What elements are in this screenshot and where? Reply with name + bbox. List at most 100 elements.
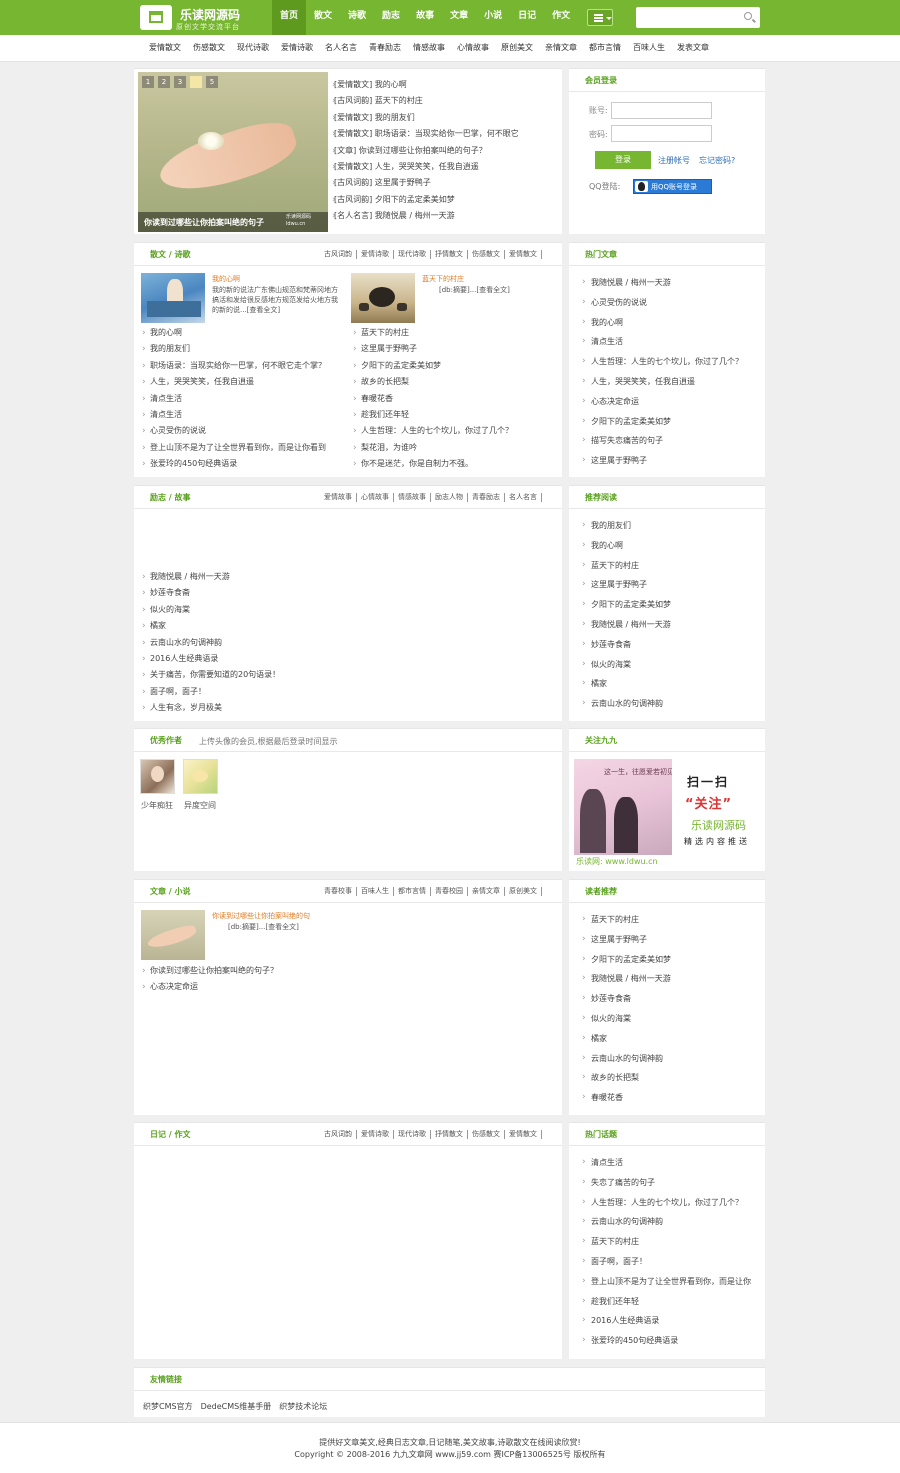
list-item[interactable]: 人生哲理：人生的七个坎儿，你过了几个？ [351, 423, 556, 439]
qq-login-button[interactable]: 用QQ账号登录 [633, 179, 712, 194]
list-item[interactable]: 蓝天下的村庄 [581, 556, 767, 576]
list-item[interactable]: 这里属于野鸭子 [351, 341, 556, 357]
nav-item-diary[interactable]: 日记 [510, 0, 544, 35]
list-item[interactable]: 人生，哭哭笑笑，任我自逍遥 [581, 372, 767, 392]
section-link[interactable]: 爱情故事 [324, 493, 357, 502]
section-link[interactable]: 名人名言 [509, 493, 542, 502]
section-link[interactable]: 亲情文章 [472, 887, 505, 896]
section-link[interactable]: 爱情散文 [509, 1130, 542, 1139]
search-input[interactable] [640, 10, 740, 25]
novel-section-title[interactable]: 文章 / 小说 [150, 886, 191, 897]
nav-item-novel[interactable]: 小说 [476, 0, 510, 35]
section-link[interactable]: 爱情诗歌 [361, 250, 394, 259]
list-item[interactable]: 春暖花香 [351, 391, 556, 407]
subnav-item[interactable]: 伤感散文 [187, 35, 231, 62]
section-link[interactable]: 爱情诗歌 [361, 1130, 394, 1139]
feature-title-left[interactable]: 我的心啊 [212, 274, 240, 284]
list-item[interactable]: 趁我们还年轻 [351, 407, 556, 423]
list-item[interactable]: 夕阳下的孟定柔美如梦 [351, 358, 556, 374]
list-item[interactable]: 清点生活 [140, 391, 344, 407]
nav-item-inspiration[interactable]: 励志 [374, 0, 408, 35]
list-item[interactable]: 你读到过哪些让你拍案叫绝的句子？ [140, 963, 440, 979]
subnav-item[interactable]: 现代诗歌 [231, 35, 275, 62]
list-item[interactable]: 蓝天下的村庄 [581, 1232, 767, 1252]
list-item[interactable]: 这里属于野鸭子 [581, 451, 767, 471]
list-item[interactable]: 蓝天下的村庄 [351, 325, 556, 341]
feature-title[interactable]: 你读到过哪些让你拍案叫绝的句 [212, 911, 310, 921]
headline-item[interactable]: [文章] 你读到过哪些让你拍案叫绝的句子？ [330, 143, 560, 159]
list-item[interactable]: 故乡的长把梨 [581, 1068, 767, 1088]
section-link[interactable]: 情感故事 [398, 493, 431, 502]
list-item[interactable]: 蓝天下的村庄 [581, 910, 767, 930]
author-name[interactable]: 异度空间 [184, 800, 216, 811]
list-item[interactable]: 云南山水的句调神韵 [581, 694, 767, 714]
list-item[interactable]: 我随悦晨 / 梅州一天游 [581, 969, 767, 989]
list-item[interactable]: 似火的海棠 [581, 1009, 767, 1029]
story-section-title[interactable]: 励志 / 故事 [150, 492, 191, 503]
register-link[interactable]: 注册帐号 [658, 155, 690, 166]
headline-item[interactable]: [古风词韵] 夕阳下的孟定柔美如梦 [330, 192, 560, 208]
headline-item[interactable]: [爱情散文] 职场语录：当现实给你一巴掌，何不眼它 [330, 126, 560, 142]
list-item[interactable]: 人生哲理：人生的七个坎儿，你过了几个？ [581, 1193, 767, 1213]
list-item[interactable]: 这里属于野鸭子 [581, 575, 767, 595]
section-link[interactable]: 爱情散文 [509, 250, 542, 259]
subnav-item[interactable]: 名人名言 [319, 35, 363, 62]
list-item[interactable]: 心灵受伤的说说 [140, 423, 344, 439]
list-item[interactable]: 夕阳下的孟定柔美如梦 [581, 950, 767, 970]
list-item[interactable]: 我随悦晨 / 梅州一天游 [140, 569, 440, 585]
slider-caption[interactable]: 你读到过哪些让你拍案叫绝的句子 [144, 217, 264, 228]
section-link[interactable]: 古风词韵 [324, 250, 357, 259]
subnav-item[interactable]: 都市言情 [583, 35, 627, 62]
section-link[interactable]: 都市言情 [398, 887, 431, 896]
section-link[interactable]: 励志人物 [435, 493, 468, 502]
prose-section-title[interactable]: 散文 / 诗歌 [150, 249, 191, 260]
subnav-item[interactable]: 爱情散文 [143, 35, 187, 62]
headline-item[interactable]: [古风词韵] 这里属于野鸭子 [330, 175, 560, 191]
list-item[interactable]: 妙莲寺食斋 [581, 635, 767, 655]
slider-page-1[interactable]: 1 [142, 76, 154, 88]
section-link[interactable]: 伤感散文 [472, 250, 505, 259]
login-button[interactable]: 登录 [595, 151, 651, 169]
list-item[interactable]: 似火的海棠 [581, 655, 767, 675]
subnav-item[interactable]: 心情故事 [451, 35, 495, 62]
author-name[interactable]: 少年痴狂 [141, 800, 173, 811]
list-item[interactable]: 人生哲理：人生的七个坎儿，你过了几个？ [581, 352, 767, 372]
slider-page-3[interactable]: 3 [174, 76, 186, 88]
list-item[interactable]: 我的朋友们 [140, 341, 344, 357]
friend-link[interactable]: 织梦CMS官方 [143, 1401, 193, 1412]
list-item[interactable]: 橘家 [581, 674, 767, 694]
nav-item-essay[interactable]: 作文 [544, 0, 578, 35]
nav-item-poetry[interactable]: 诗歌 [340, 0, 374, 35]
slider-page-2[interactable]: 2 [158, 76, 170, 88]
subnav-item[interactable]: 原创美文 [495, 35, 539, 62]
section-link[interactable]: 现代诗歌 [398, 1130, 431, 1139]
site-logo[interactable]: 乐读网源码 原创文学交流平台 [140, 4, 258, 32]
list-item[interactable]: 我的朋友们 [581, 516, 767, 536]
list-item[interactable]: 故乡的长把梨 [351, 374, 556, 390]
subnav-item[interactable]: 发表文章 [671, 35, 715, 62]
list-item[interactable]: 我的心啊 [581, 536, 767, 556]
list-item[interactable]: 云南山水的句调神韵 [581, 1212, 767, 1232]
forgot-password-link[interactable]: 忘记密码? [699, 155, 735, 166]
headline-item[interactable]: [爱情散文] 人生，哭哭笑笑，任我自逍遥 [330, 159, 560, 175]
list-item[interactable]: 关于痛苦，你需要知道的20句语录！ [140, 667, 440, 683]
list-item[interactable]: 妙莲寺食斋 [140, 585, 440, 601]
list-item[interactable]: 梨花泪，为谁吟 [351, 440, 556, 456]
password-field[interactable] [611, 125, 712, 142]
slider-page-4[interactable]: 4 [190, 76, 202, 88]
section-link[interactable]: 伤感散文 [472, 1130, 505, 1139]
list-item[interactable]: 心态决定命运 [140, 979, 440, 995]
section-link[interactable]: 青春校园 [435, 887, 468, 896]
list-item[interactable]: 登上山顶不是为了让全世界看到你，而是让你 [581, 1272, 767, 1292]
section-link[interactable]: 古风词韵 [324, 1130, 357, 1139]
headline-item[interactable]: [名人名言] 我随悦晨 / 梅州一天游 [330, 208, 560, 224]
section-link[interactable]: 百味人生 [361, 887, 394, 896]
section-link[interactable]: 青春励志 [472, 493, 505, 502]
author-avatar[interactable] [183, 759, 218, 794]
list-item[interactable]: 我的心啊 [140, 325, 344, 341]
section-link[interactable]: 抒情散文 [435, 1130, 468, 1139]
list-item[interactable]: 清点生活 [581, 1153, 767, 1173]
list-item[interactable]: 人生，哭哭笑笑，任我自逍遥 [140, 374, 344, 390]
list-item[interactable]: 妙莲寺食斋 [581, 989, 767, 1009]
list-item[interactable]: 登上山顶不是为了让全世界看到你，而是让你看到 [140, 440, 344, 456]
